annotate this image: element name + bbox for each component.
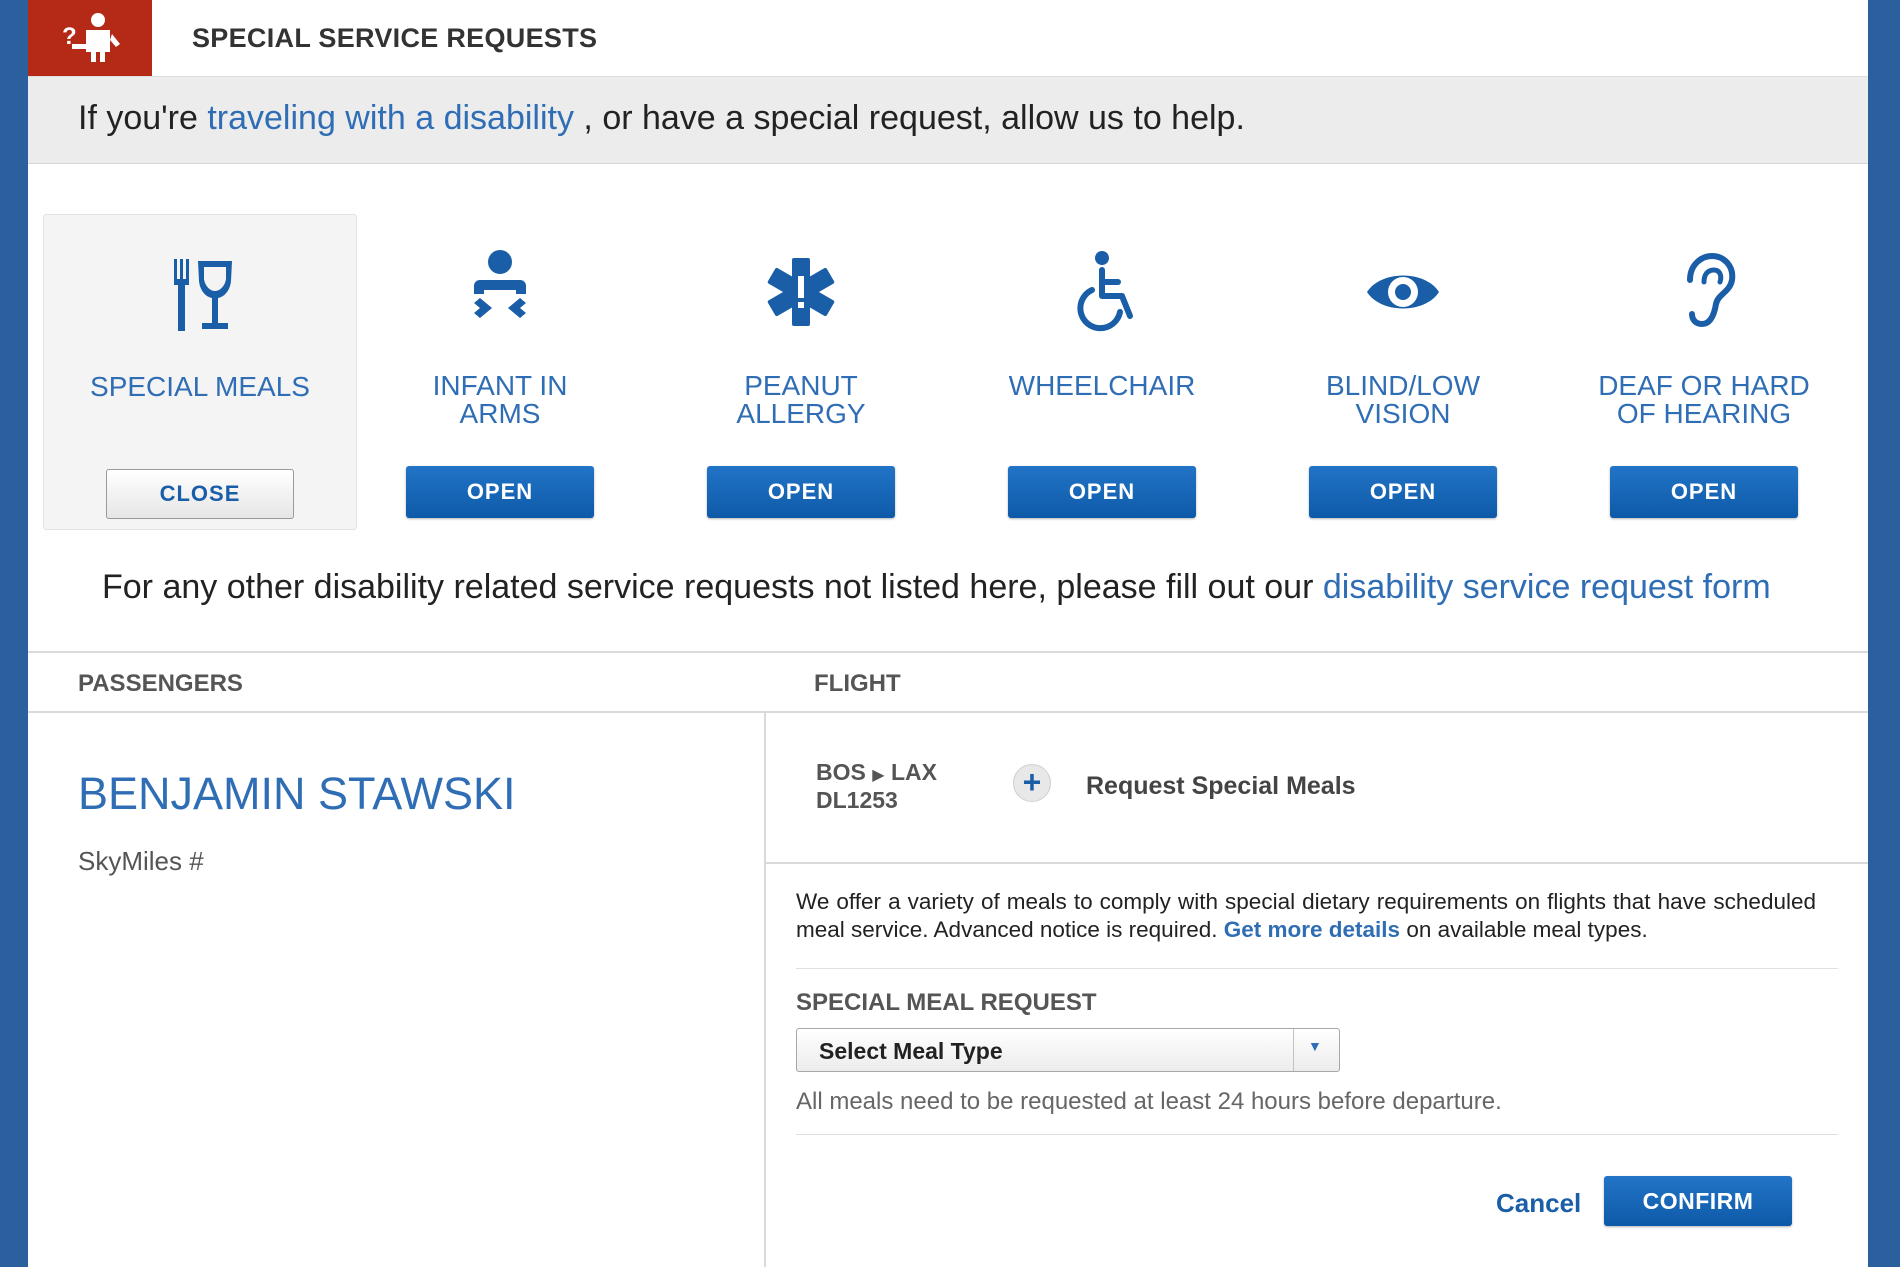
passengers-column-header: PASSENGERS: [78, 670, 243, 697]
wheelchair-icon: [1052, 242, 1152, 342]
banner-text: If you're traveling with a disability , …: [78, 99, 1245, 138]
blind-low-vision-open-button[interactable]: OPEN: [1309, 466, 1497, 518]
service-label: DEAF OR HARD OF HEARING: [1598, 370, 1810, 429]
meal-type-select-value: Select Meal Type: [819, 1038, 1003, 1064]
eye-icon: [1353, 242, 1453, 342]
infant-icon: [450, 242, 550, 342]
request-special-meals-label[interactable]: Request Special Meals: [1086, 772, 1356, 801]
medical-star-icon: [751, 242, 851, 342]
service-label: WHEELCHAIR: [1008, 370, 1196, 401]
meal-description-suffix: on available meal types.: [1406, 917, 1648, 942]
special-meal-request-label: SPECIAL MEAL REQUEST: [796, 989, 1097, 1016]
service-special-meals: SPECIAL MEALS CLOSE: [43, 214, 357, 530]
meal-request-note: All meals need to be requested at least …: [796, 1088, 1502, 1115]
passenger-name: BENJAMIN STAWSKI: [78, 768, 516, 819]
chevron-down-icon: ▼: [1308, 1038, 1322, 1054]
disability-travel-link[interactable]: traveling with a disability: [207, 99, 574, 137]
service-blind-low-vision: BLIND/LOW VISION OPEN: [1247, 214, 1559, 528]
cancel-link[interactable]: Cancel: [1496, 1188, 1581, 1219]
divider: [796, 968, 1838, 969]
deaf-hard-of-hearing-open-button[interactable]: OPEN: [1610, 466, 1798, 518]
banner-suffix: , or have a special request, allow us to…: [583, 99, 1245, 137]
service-label: INFANT IN ARMS: [432, 370, 568, 429]
disability-request-form-link[interactable]: disability service request form: [1323, 568, 1771, 606]
infant-in-arms-open-button[interactable]: OPEN: [406, 466, 594, 518]
divider: [796, 1134, 1838, 1135]
service-peanut-allergy: PEANUT ALLERGY OPEN: [645, 214, 957, 528]
flight-number: DL1253: [816, 787, 898, 813]
flight-info: BOS ▶ LAX DL1253: [816, 760, 937, 812]
person-question-icon: ?: [28, 0, 152, 76]
destination-code: LAX: [890, 759, 937, 785]
service-label: SPECIAL MEALS: [90, 371, 310, 402]
service-wheelchair: WHEELCHAIR OPEN: [946, 214, 1258, 528]
plus-icon: +: [1022, 764, 1042, 800]
help-banner: If you're traveling with a disability , …: [28, 77, 1868, 164]
special-meals-close-button[interactable]: CLOSE: [106, 469, 294, 519]
origin-code: BOS: [816, 759, 866, 785]
meal-description: We offer a variety of meals to comply wi…: [796, 888, 1816, 944]
fork-glass-icon: [150, 243, 250, 343]
page-title: SPECIAL SERVICE REQUESTS: [192, 23, 598, 53]
wheelchair-open-button[interactable]: OPEN: [1008, 466, 1196, 518]
flight-column-header: FLIGHT: [814, 670, 901, 697]
get-more-details-link[interactable]: Get more details: [1224, 917, 1400, 942]
dropdown-arrow: ▼: [1293, 1029, 1339, 1071]
special-service-panel: ? SPECIAL SERVICE REQUESTS If you're tra…: [28, 0, 1868, 1267]
service-label: PEANUT ALLERGY: [736, 370, 866, 429]
confirm-button[interactable]: CONFIRM: [1604, 1176, 1792, 1226]
arrow-right-icon: ▶: [872, 767, 885, 784]
panel-header: ? SPECIAL SERVICE REQUESTS: [28, 0, 1868, 77]
ear-icon: [1654, 242, 1754, 342]
other-requests-text: For any other disability related service…: [102, 568, 1771, 607]
service-label: BLIND/LOW VISION: [1325, 370, 1481, 429]
divider: [766, 862, 1868, 864]
add-special-meal-button[interactable]: +: [1013, 764, 1051, 802]
meal-type-select[interactable]: Select Meal Type ▼: [796, 1028, 1340, 1072]
skymiles-label: SkyMiles #: [78, 846, 204, 876]
column-divider: [764, 711, 766, 1267]
other-requests-label: For any other disability related service…: [102, 568, 1314, 606]
peanut-allergy-open-button[interactable]: OPEN: [707, 466, 895, 518]
service-deaf-hard-of-hearing: DEAF OR HARD OF HEARING OPEN: [1548, 214, 1860, 528]
service-infant-in-arms: INFANT IN ARMS OPEN: [344, 214, 656, 528]
banner-prefix: If you're: [78, 99, 198, 137]
table-header: PASSENGERS FLIGHT: [28, 651, 1868, 713]
